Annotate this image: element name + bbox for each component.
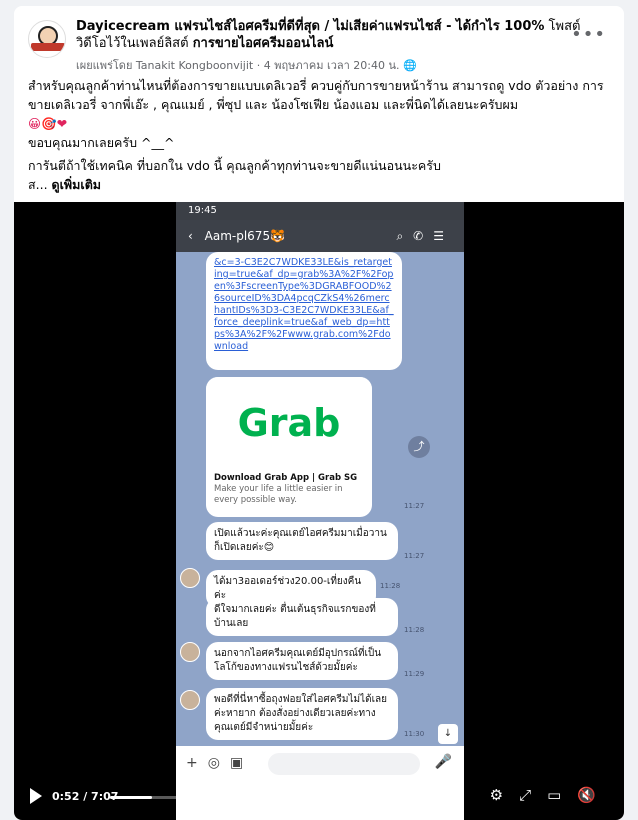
video-player[interactable]: 19:45 ‹ Aam-pl675🐯 ⌕✆☰ &c=3-C3E2C7WDKE33… — [14, 202, 624, 820]
video-time: 0:52 / 7:07 — [52, 790, 119, 803]
msg-time: 11:28 — [380, 582, 401, 590]
msg-time: 11:27 — [404, 552, 425, 560]
post-thanks: ขอบคุณมากเลยครับ ^__^ — [28, 135, 175, 150]
link-message: &c=3-C3E2C7WDKE33LE&is_retargeting=true&… — [206, 252, 402, 370]
contact-avatar — [180, 642, 200, 662]
mic-icon: 🎤 — [434, 754, 452, 770]
playlist-link[interactable]: การขายไอศครีมออนไลน์ — [193, 36, 334, 51]
see-more-prefix: ส... — [28, 177, 48, 192]
sent-message: ดีใจมากเลยค่ะ ตื่นเต้นธุรกิจแรกของที่บ้า… — [206, 598, 398, 636]
seek-bar[interactable] — [110, 796, 456, 799]
phone-message-field — [268, 753, 420, 775]
received-message: นอกจากไอศครีมคุณเตย์มีอุปกรณ์ที่เป็นโลโก… — [206, 642, 398, 680]
input-tool-icons: +◎▣ — [186, 755, 254, 771]
phone-screen: 19:45 ‹ Aam-pl675🐯 ⌕✆☰ &c=3-C3E2C7WDKE33… — [176, 202, 464, 820]
seek-progress — [110, 796, 153, 799]
status-time: 19:45 — [188, 205, 217, 216]
post-meta: เผยแพร่โดย Tanakit Kongboonvijit · 4 พฤษ… — [76, 56, 417, 74]
post-date-link[interactable]: 4 พฤษภาคม เวลา 20:40 น. — [264, 59, 400, 72]
contact-avatar — [180, 568, 200, 588]
msg-time: 11:28 — [404, 626, 425, 634]
more-dots-icon[interactable]: ••• — [571, 24, 606, 45]
page-avatar[interactable] — [28, 20, 66, 58]
see-more-link[interactable]: ดูเพิ่มเติม — [52, 177, 102, 192]
video-control-icons: ⚙⤢▭🔇 — [490, 786, 612, 804]
msg-time: 11:30 — [404, 730, 425, 738]
page-name-link[interactable]: Dayicecream แฟรนไชส์ไอศครีมที่ดีที่สุด /… — [76, 19, 544, 34]
scroll-down-icon: ↓ — [438, 724, 458, 744]
chat-tools-icons: ⌕✆☰ — [396, 229, 454, 243]
chat-header: ‹ Aam-pl675🐯 ⌕✆☰ — [176, 220, 464, 252]
avatar-logo-band — [31, 43, 65, 51]
share-icon: ⤴ — [408, 436, 430, 458]
msg-time: 11:29 — [404, 670, 425, 678]
video-controls: 0:52 / 7:07 ⚙⤢▭🔇 — [14, 778, 624, 820]
contact-avatar — [180, 690, 200, 710]
post-card: Dayicecream แฟรนไชส์ไอศครีมที่ดีที่สุด /… — [14, 6, 624, 820]
mini-player-icon[interactable]: ▭ — [547, 786, 577, 804]
published-by: เผยแพร่โดย Tanakit Kongboonvijit — [76, 59, 254, 72]
grab-link-card: Grab Download Grab App | Grab SG Make yo… — [206, 377, 372, 517]
chat-name: Aam-pl675🐯 — [204, 229, 286, 243]
sent-message: เปิดแล้วนะค่ะคุณเตย์ไอศครีมมาเมื่อวานก็เ… — [206, 522, 398, 560]
msg-time: 11:27 — [404, 502, 425, 510]
post-line-2: การันตีถ้าใช้เทคนิค ที่บอกใน vdo นี้ คุณ… — [28, 158, 441, 173]
grab-card-text: Download Grab App | Grab SG Make your li… — [206, 469, 372, 510]
fullscreen-expand-icon[interactable]: ⤢ — [519, 786, 547, 804]
post-line-1: สำหรับคุณลูกค้าท่านไหนที่ต้องการขายแบบเด… — [28, 78, 604, 112]
phone-statusbar: 19:45 — [176, 202, 464, 220]
globe-icon: 🌐 — [403, 59, 417, 72]
grab-logo: Grab — [206, 377, 372, 469]
post-body: สำหรับคุณลูกค้าท่านไหนที่ต้องการขายแบบเด… — [28, 76, 618, 194]
back-arrow-icon: ‹ — [188, 229, 193, 243]
post-header: Dayicecream แฟรนไชส์ไอศครีมที่ดีที่สุด /… — [28, 16, 610, 72]
post-title: Dayicecream แฟรนไชส์ไอศครีมที่ดีที่สุด /… — [76, 18, 586, 52]
phone-input-bar: +◎▣ 🎤 — [176, 746, 464, 782]
received-message: พอดีที่นี่หาซื้อถุงฟอยใส่ไอศครีมไม่ได้เล… — [206, 688, 398, 740]
volume-muted-icon[interactable]: 🔇 — [577, 786, 612, 804]
meta-sep: · — [256, 59, 264, 72]
grab-card-title: Download Grab App | Grab SG — [214, 473, 358, 483]
settings-gear-icon[interactable]: ⚙ — [490, 786, 519, 804]
play-icon[interactable] — [30, 788, 42, 804]
grab-card-desc: Make your life a little easier in every … — [214, 484, 343, 505]
see-more-row: ส... ดูเพิ่มเติม — [28, 175, 618, 194]
post-emoji-line: 😀🎯❤ — [28, 116, 68, 131]
